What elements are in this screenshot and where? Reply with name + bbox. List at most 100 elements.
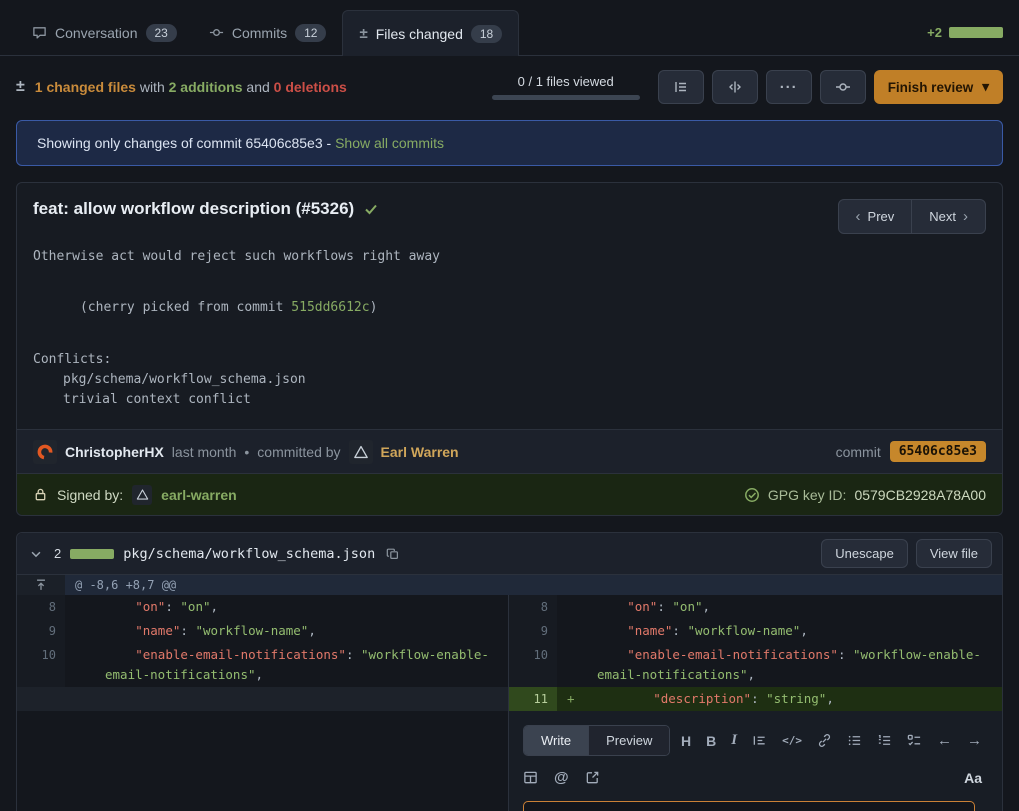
diff-toolbar: ± 1 changed files with 2 additions and 0…	[0, 56, 1019, 116]
commits-count-badge: 12	[295, 24, 326, 42]
commit-sha-badge[interactable]: 65406c85e3	[890, 441, 986, 462]
lock-icon	[33, 487, 48, 502]
finish-review-button[interactable]: Finish review ▾	[874, 70, 1003, 104]
tab-conversation[interactable]: Conversation 23	[16, 10, 193, 55]
code-token	[567, 623, 627, 638]
expand-hunk-button[interactable]	[34, 578, 48, 592]
inline-comment-row: Write Preview H B I </>	[17, 711, 1002, 811]
changed-files-count: 1 changed files	[35, 79, 136, 95]
committer-avatar[interactable]	[349, 440, 373, 464]
commit-date: last month	[172, 444, 237, 460]
arrow-left-button[interactable]: ←	[937, 732, 952, 749]
diff-row: 8 "on": "on",8 "on": "on",	[17, 595, 1002, 619]
changed-files-summary: ± 1 changed files with 2 additions and 0…	[16, 78, 347, 96]
line-number[interactable]: 8	[509, 595, 557, 619]
prev-commit-button[interactable]: ‹ Prev	[838, 199, 913, 234]
diff-empty-cell	[17, 687, 509, 711]
line-number[interactable]: 9	[509, 619, 557, 643]
signed-by-label: Signed by:	[57, 487, 123, 503]
task-list-button[interactable]	[907, 733, 922, 748]
editor-toolbar: H B I </>	[681, 732, 982, 749]
tab-write[interactable]: Write	[524, 726, 588, 755]
table-icon	[523, 770, 538, 785]
link-button[interactable]	[817, 733, 832, 748]
commit-picker-button[interactable]	[820, 70, 866, 104]
ordered-list-button[interactable]	[877, 733, 892, 748]
comment-input[interactable]	[523, 801, 975, 811]
code-token	[75, 647, 135, 662]
line-number[interactable]: 10	[17, 643, 65, 687]
unordered-list-button[interactable]	[847, 733, 862, 748]
table-button[interactable]	[523, 770, 538, 785]
diff-file-header: 2 pkg/schema/workflow_schema.json Unesca…	[17, 533, 1002, 575]
next-commit-button[interactable]: Next ›	[911, 199, 986, 234]
editor-tabs: Write Preview	[523, 725, 670, 756]
code-token: "on"	[627, 599, 657, 614]
show-all-commits-link[interactable]: Show all commits	[335, 135, 444, 151]
commit-message-body: Otherwise act would reject such workflow…	[17, 240, 1002, 429]
hunk-header-row: @ -8,6 +8,7 @@	[17, 575, 1002, 595]
conflict-file: pkg/schema/workflow_schema.json	[33, 371, 986, 389]
code-token: ,	[211, 599, 219, 614]
commit-author-row: ChristopherHX last month • committed by …	[17, 429, 1002, 473]
text-size-button[interactable]: Aa	[964, 770, 982, 786]
copy-filename-button[interactable]	[384, 545, 402, 563]
arrow-right-button[interactable]: →	[967, 732, 982, 749]
code-token: +	[567, 689, 593, 709]
dot-separator: •	[244, 444, 249, 460]
file-tree-toggle-button[interactable]	[658, 70, 704, 104]
tab-commits[interactable]: Commits 12	[193, 10, 343, 55]
code-token: :	[165, 599, 180, 614]
prev-label: Prev	[868, 209, 895, 224]
signer-name-link[interactable]: earl-warren	[161, 487, 236, 503]
code-token: ,	[703, 599, 711, 614]
line-number[interactable]: 8	[17, 595, 65, 619]
code-token: "workflow-name"	[687, 623, 800, 638]
file-diffstat-bar	[70, 549, 114, 559]
diff-view-toggle-button[interactable]	[712, 70, 758, 104]
diff-icon: ±	[359, 25, 367, 42]
commit-box: feat: allow workflow description (#5326)…	[16, 182, 1003, 516]
cherry-pick-sha-link[interactable]: 515dd6612c	[291, 300, 369, 315]
tab-files-changed[interactable]: ± Files changed 18	[342, 10, 519, 56]
line-number[interactable]: 10	[509, 643, 557, 687]
heading-button[interactable]: H	[681, 733, 691, 749]
code-token: ,	[800, 623, 808, 638]
diff-row: 9 "name": "workflow-name",9 "name": "wor…	[17, 619, 1002, 643]
signer-avatar[interactable]	[132, 485, 152, 505]
line-number[interactable]: 11	[509, 687, 557, 711]
files-viewed-progressbar	[492, 95, 640, 100]
committer-name-link[interactable]: Earl Warren	[381, 444, 459, 460]
quote-button[interactable]	[752, 733, 767, 748]
line-number[interactable]: 9	[17, 619, 65, 643]
quote-icon	[752, 733, 767, 748]
unescape-button[interactable]: Unescape	[821, 539, 908, 568]
collapse-file-button[interactable]	[27, 545, 45, 563]
bold-button[interactable]: B	[706, 733, 716, 749]
diff-row: 10 "enable-email-notifications": "workfl…	[17, 643, 1002, 687]
chevron-down-icon	[29, 547, 43, 561]
files-changed-count-badge: 18	[471, 25, 502, 43]
next-label: Next	[929, 209, 956, 224]
file-tree-icon	[673, 79, 689, 95]
tab-preview[interactable]: Preview	[588, 726, 669, 755]
diff-row: 11+ "description": "string",	[17, 687, 1002, 711]
tab-commits-label: Commits	[232, 25, 287, 41]
code-line: "enable-email-notifications": "workflow-…	[65, 643, 509, 687]
file-name: pkg/schema/workflow_schema.json	[123, 546, 375, 562]
gpg-key-label: GPG key ID:	[768, 487, 847, 503]
reference-button[interactable]	[585, 770, 600, 785]
diffstat: +2	[927, 10, 1003, 55]
editor-toolbar-secondary: @ Aa	[523, 769, 982, 786]
ordered-list-icon	[877, 733, 892, 748]
italic-button[interactable]: I	[731, 732, 737, 749]
code-token: "name"	[627, 623, 672, 638]
author-name-link[interactable]: ChristopherHX	[65, 444, 164, 460]
author-avatar[interactable]	[33, 440, 57, 464]
diff-options-button[interactable]: ···	[766, 70, 812, 104]
signature-row: Signed by: earl-warren GPG key ID: 0579C…	[17, 473, 1002, 515]
task-list-icon	[907, 733, 922, 748]
view-file-button[interactable]: View file	[916, 539, 992, 568]
code-button[interactable]: </>	[782, 734, 802, 747]
mention-button[interactable]: @	[554, 769, 569, 786]
